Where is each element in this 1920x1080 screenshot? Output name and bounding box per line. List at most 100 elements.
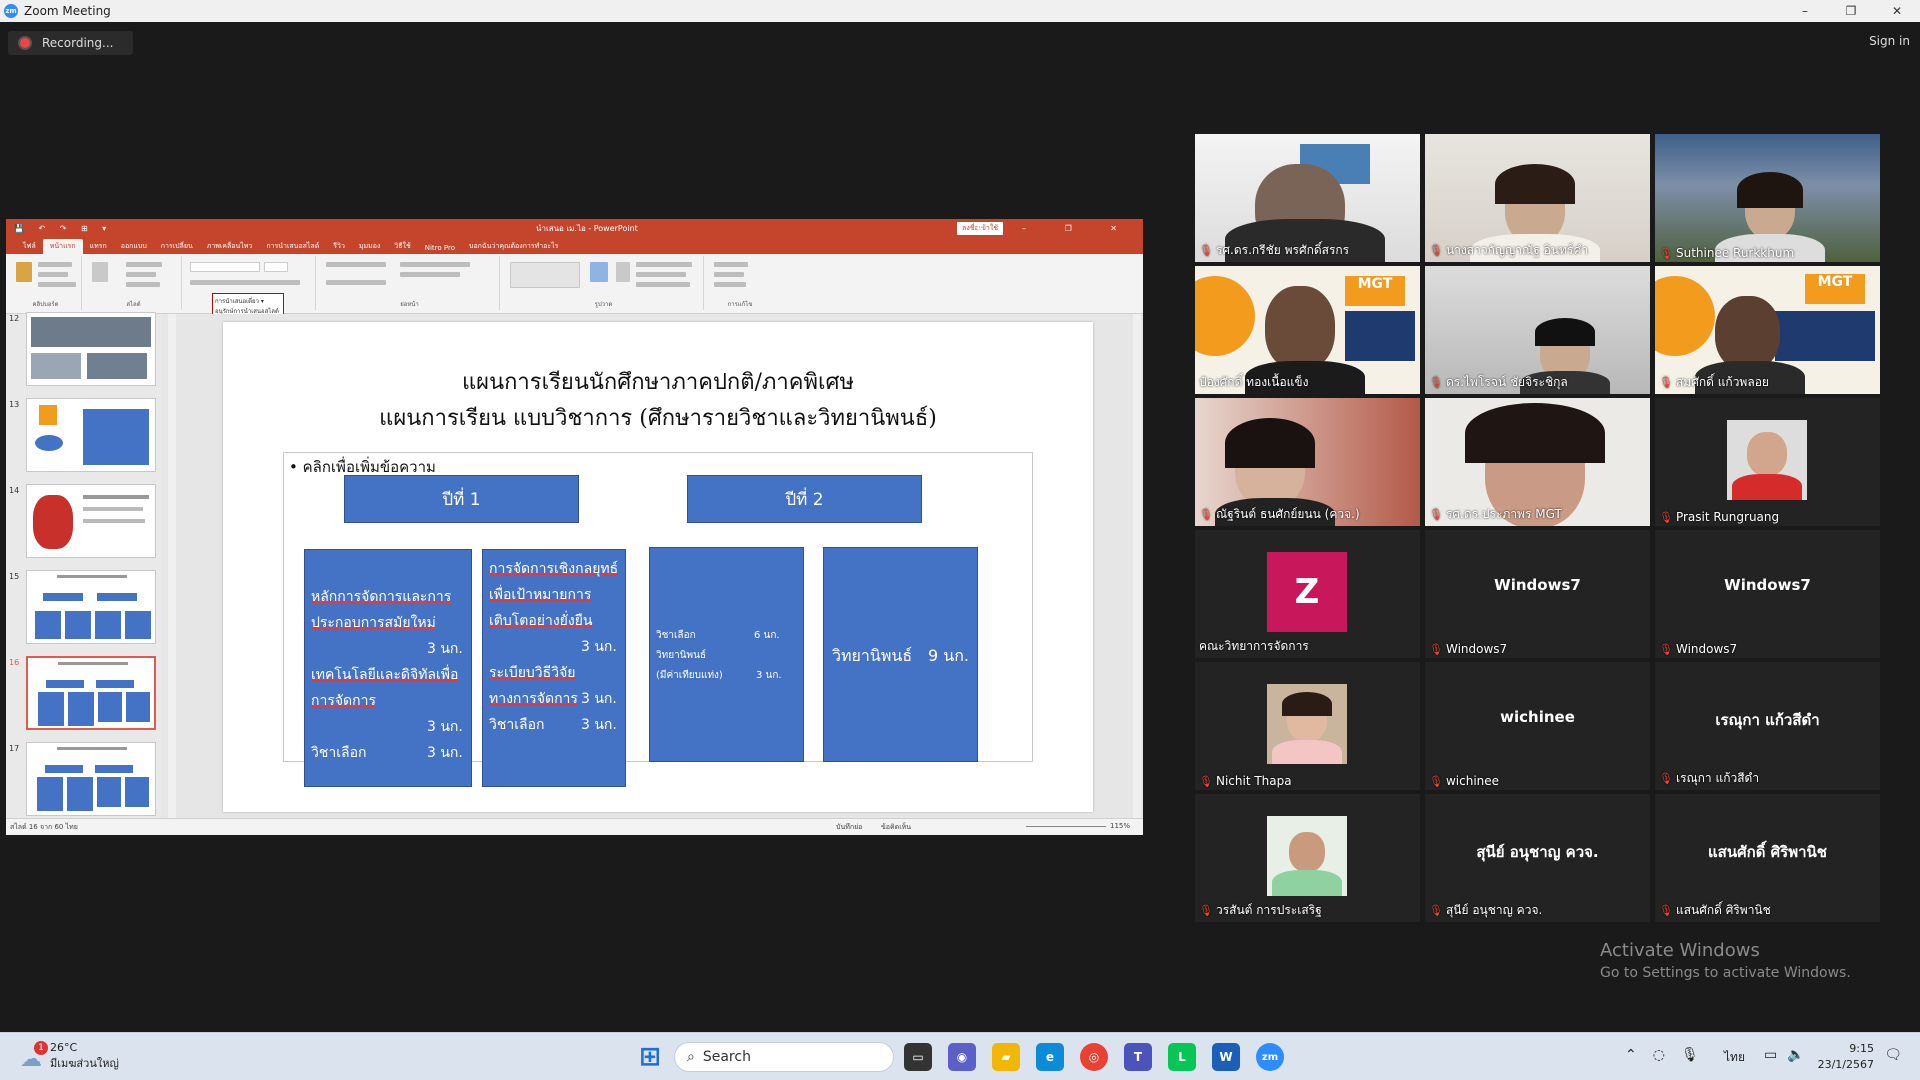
- participant-tile[interactable]: 🎙 ดร.ไพโรจน์ ชัยจิระชิกุล: [1425, 266, 1650, 394]
- zoom-icon[interactable]: zm: [1256, 1043, 1284, 1071]
- notification-icon[interactable]: 🗨: [1884, 1047, 1902, 1063]
- language-indicator[interactable]: ไทย: [1724, 1048, 1745, 1067]
- window-title: Zoom Meeting: [24, 4, 111, 18]
- credit-text: 3 นก.: [581, 717, 617, 733]
- course-text: ระเบียบวิธีวิจัย: [489, 665, 576, 681]
- taskview-icon[interactable]: ▭: [904, 1043, 932, 1071]
- participant-tile[interactable]: 🎙 Nichit Thapa: [1195, 662, 1420, 790]
- thumb-number: 15: [9, 572, 20, 581]
- participant-display-name: เรณุกา แก้วสีดำ: [1715, 711, 1820, 729]
- meet-icon[interactable]: ◉: [948, 1043, 976, 1071]
- year2-header[interactable]: ปีที่ 2: [687, 475, 922, 523]
- slide-thumbnail-17[interactable]: [26, 742, 156, 816]
- recording-indicator[interactable]: Recording...: [8, 31, 133, 55]
- participant-tile[interactable]: 🎙 นางสาวกัญญาณัฐ อินทร์คำ: [1425, 134, 1650, 262]
- tab-file[interactable]: ไฟล์: [16, 239, 43, 254]
- participant-tile[interactable]: 🎙 ณัฐรินต์ ธนศักย์ยนน (ควจ.): [1195, 398, 1420, 526]
- credit-text: 3 นก.: [427, 719, 463, 735]
- ppt-window-controls[interactable]: ⊞ – ❐ ✕: [977, 224, 1135, 233]
- tab-animations[interactable]: ภาพเคลื่อนไหว: [200, 239, 260, 254]
- participant-tile[interactable]: 🎙 รศ.ดร.ประภาพร MGT: [1425, 398, 1650, 526]
- slide-thumbnail-14[interactable]: [26, 484, 156, 558]
- course-text: การจัดการเชิงกลยุทธ์: [489, 561, 619, 577]
- tab-view[interactable]: มุมมอง: [352, 239, 387, 254]
- muted-mic-icon: 🎙: [1659, 904, 1673, 917]
- ribbon-group-clipboard[interactable]: คลิปบอร์ด: [10, 256, 82, 310]
- participant-display-name: wichinee: [1500, 708, 1575, 726]
- year2-col1-box[interactable]: วิชาเลือก 6 นก. วิทยานิพนธ์ (มีค่าเทียบแ…: [649, 547, 804, 762]
- thumb-number: 17: [9, 744, 20, 753]
- chrome-icon[interactable]: ◎: [1080, 1043, 1108, 1071]
- slide-thumbnail-16[interactable]: [26, 656, 156, 730]
- course-text: ทางการจัดการ: [489, 691, 578, 707]
- weather-widget[interactable]: ☁ 1 26°C มีเมฆส่วนใหญ่: [20, 1041, 119, 1072]
- tab-help[interactable]: วิธีใช้: [387, 239, 417, 254]
- tab-nitro[interactable]: Nitro Pro: [418, 242, 462, 254]
- tab-slideshow[interactable]: การนำเสนอสไลด์: [259, 239, 326, 254]
- sign-in-link[interactable]: Sign in: [1869, 34, 1910, 48]
- participant-tile[interactable]: Z คณะวิทยาการจัดการ: [1195, 530, 1420, 658]
- teams-icon[interactable]: T: [1124, 1043, 1152, 1071]
- group-label-slides: สไลด์: [126, 301, 141, 308]
- participant-name-label: 🎙 รศ.ดร.กรีชัย พรศักดิ์สรกร: [1199, 243, 1350, 257]
- year1-col2-box[interactable]: การจัดการเชิงกลยุทธ์ เพื่อเป้าหมายการ เต…: [482, 549, 626, 787]
- maximize-button[interactable]: ❐: [1828, 0, 1874, 22]
- slide-thumbnail-13[interactable]: [26, 398, 156, 472]
- zoom-slider[interactable]: [1026, 826, 1106, 827]
- participant-tile[interactable]: 🎙 วรสันต์ การประเสริฐ: [1195, 794, 1420, 922]
- participant-name-label: 🎙 สุนีย์ อนุชาญ ควจ.: [1429, 903, 1543, 917]
- zoom-logo-icon: zm: [4, 4, 18, 18]
- ribbon-group-slides[interactable]: สไลด์: [86, 256, 182, 310]
- participant-tile-active-speaker[interactable]: MGT ป๋องศักดิ์ ทองเนื้อแข็ง: [1195, 266, 1420, 394]
- edge-icon[interactable]: e: [1036, 1043, 1064, 1071]
- taskbar-clock[interactable]: 9:15 23/1/2567: [1818, 1041, 1874, 1073]
- minimize-button[interactable]: –: [1782, 0, 1828, 22]
- tab-home[interactable]: หน้าแรก: [42, 239, 83, 254]
- notes-button[interactable]: บันทึกย่อ: [836, 822, 862, 833]
- tab-design[interactable]: ออกแบบ: [114, 239, 154, 254]
- slide-canvas[interactable]: แผนการเรียนนักศึกษาภาคปกติ/ภาคพิเศษ แผนก…: [223, 322, 1093, 812]
- participant-tile[interactable]: wichinee 🎙 wichinee: [1425, 662, 1650, 790]
- participant-tile[interactable]: เรณุกา แก้วสีดำ 🎙 เรณุกา แก้วสีดำ: [1655, 662, 1880, 790]
- participant-tile[interactable]: 🎙 Prasit Rungruang: [1655, 398, 1880, 526]
- line-icon[interactable]: L: [1168, 1043, 1196, 1071]
- comments-button[interactable]: ข้อคิดเห็น: [881, 822, 911, 833]
- participant-tile[interactable]: 🎙 รศ.ดร.กรีชัย พรศักดิ์สรกร: [1195, 134, 1420, 262]
- ribbon-group-drawing[interactable]: รูปวาด: [504, 256, 704, 310]
- slide-thumbnail-15[interactable]: [26, 570, 156, 644]
- participant-tile[interactable]: Windows7 🎙 Windows7: [1425, 530, 1650, 658]
- tray-status-icons[interactable]: ▭🔈: [1764, 1047, 1815, 1063]
- year1-header[interactable]: ปีที่ 1: [344, 475, 579, 523]
- slide-scrollbar[interactable]: [1133, 314, 1141, 818]
- thumbnail-scrollbar[interactable]: [168, 314, 176, 818]
- quick-access-toolbar[interactable]: 💾 ↶ ↷ ⊞ ▾: [14, 224, 112, 233]
- tab-review[interactable]: รีวิว: [326, 239, 352, 254]
- shared-screen-powerpoint[interactable]: 💾 ↶ ↷ ⊞ ▾ นำเสนอ เม.ไอ - PowerPoint ลงชื…: [6, 219, 1143, 835]
- zoom-titlebar: zm Zoom Meeting – ❐ ✕: [0, 0, 1920, 22]
- tell-me-box[interactable]: บอกฉันว่าคุณต้องการทำอะไร: [462, 239, 565, 254]
- zoom-level[interactable]: 115%: [1110, 822, 1130, 830]
- participant-tile[interactable]: 🎙 Suthinee Rurkkhum: [1655, 134, 1880, 262]
- participant-tile[interactable]: MGT 🎙 สมศักดิ์ แก้วพลอย: [1655, 266, 1880, 394]
- muted-mic-icon: 🎙: [1659, 376, 1673, 389]
- tab-transitions[interactable]: การเปลี่ยน: [154, 239, 200, 254]
- start-icon[interactable]: ⊞: [636, 1042, 664, 1072]
- close-button[interactable]: ✕: [1874, 0, 1920, 22]
- year1-col1-box[interactable]: หลักการจัดการและการ ประกอบการสมัยใหม่ 3 …: [304, 549, 472, 787]
- ribbon-group-editing[interactable]: การแก้ไข: [708, 256, 772, 310]
- participant-tile[interactable]: แสนศักดิ์ ศิริพานิช 🎙 แสนศักดิ์ ศิริพานิช: [1655, 794, 1880, 922]
- participant-name-label: 🎙 Nichit Thapa: [1199, 774, 1292, 788]
- year2-col2-box[interactable]: วิทยานิพนธ์ 9 นก.: [823, 547, 978, 762]
- group-label-editing: การแก้ไข: [727, 301, 753, 308]
- tab-insert[interactable]: แทรก: [83, 239, 114, 254]
- system-tray-icons[interactable]: ⌃◌🎙: [1625, 1047, 1715, 1063]
- folder-icon[interactable]: ▰: [992, 1043, 1020, 1071]
- word-icon[interactable]: W: [1212, 1043, 1240, 1071]
- participant-tile[interactable]: สุนีย์ อนุชาญ ควจ. 🎙 สุนีย์ อนุชาญ ควจ.: [1425, 794, 1650, 922]
- taskbar-search[interactable]: ⌕ Search: [674, 1042, 894, 1072]
- participant-tile[interactable]: Windows7 🎙 Windows7: [1655, 530, 1880, 658]
- ribbon-group-paragraph[interactable]: ย่อหน้า: [320, 256, 500, 310]
- slide-thumbnail-12[interactable]: [26, 312, 156, 386]
- muted-mic-icon: 🎙: [1659, 247, 1673, 260]
- participant-display-name: แสนศักดิ์ ศิริพานิช: [1708, 843, 1827, 861]
